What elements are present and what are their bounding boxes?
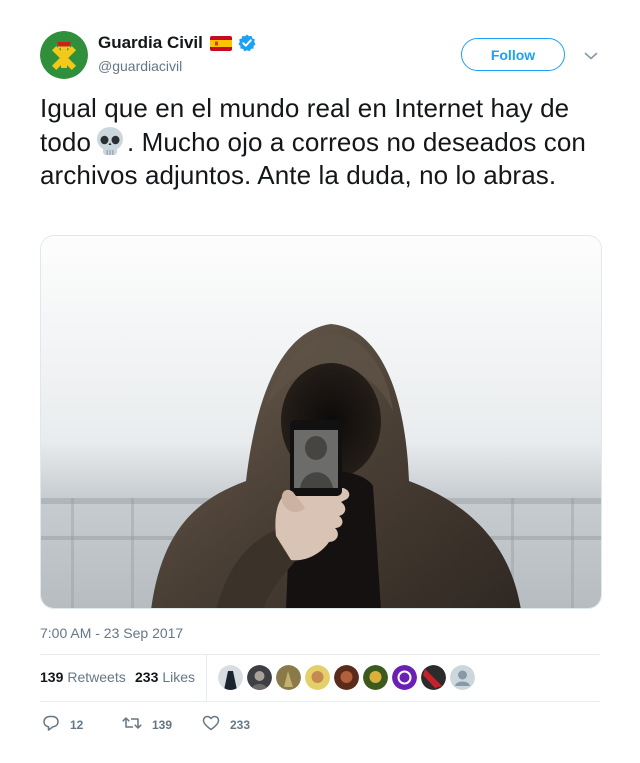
like-count: 233 — [230, 717, 251, 732]
liker-avatar[interactable] — [392, 665, 417, 690]
liker-avatar[interactable] — [334, 665, 359, 690]
tweet-card: Guardia Civil @guardiacivil Follow Igual… — [0, 0, 640, 763]
reply-count: 12 — [70, 717, 84, 732]
engagement-stats: 139 Retweets 233 Likes — [40, 655, 600, 701]
display-name[interactable]: Guardia Civil — [98, 33, 203, 53]
tweet-photo[interactable] — [40, 235, 602, 609]
skull-emoji-icon — [94, 125, 126, 157]
divider-bottom — [40, 701, 600, 702]
liker-avatar[interactable] — [305, 665, 330, 690]
heart-icon — [202, 714, 230, 735]
retweets-count: 139 — [40, 669, 64, 685]
liker-avatar[interactable] — [450, 665, 475, 690]
reply-button[interactable]: 12 — [42, 714, 83, 735]
like-button[interactable]: 233 — [202, 714, 250, 735]
liker-avatar[interactable] — [363, 665, 388, 690]
liker-avatar[interactable] — [247, 665, 272, 690]
liker-avatar[interactable] — [218, 665, 243, 690]
liker-avatar[interactable] — [276, 665, 301, 690]
stats-separator — [206, 655, 207, 701]
likes-label: Likes — [162, 669, 196, 685]
retweet-icon — [122, 714, 152, 735]
user-info: Guardia Civil @guardiacivil — [98, 32, 256, 74]
user-handle[interactable]: @guardiacivil — [98, 58, 256, 74]
retweet-button[interactable]: 139 — [122, 714, 172, 735]
action-bar: 12 139 233 — [40, 710, 600, 736]
spain-flag-icon — [209, 35, 232, 51]
likes-stat[interactable]: 233 Likes — [135, 669, 195, 685]
likes-count: 233 — [135, 669, 159, 685]
display-name-row: Guardia Civil — [98, 32, 256, 54]
retweets-label: Retweets — [67, 669, 126, 685]
follow-button[interactable]: Follow — [461, 38, 565, 71]
tweet-text: Igual que en el mundo real en Internet h… — [40, 92, 610, 192]
chevron-down-icon[interactable] — [584, 48, 598, 60]
tweet-timestamp[interactable]: 7:00 AM - 23 Sep 2017 — [40, 625, 183, 641]
liker-avatars — [218, 665, 479, 690]
liker-avatar[interactable] — [421, 665, 446, 690]
retweet-count: 139 — [152, 717, 173, 732]
verified-badge-icon — [238, 34, 256, 52]
reply-icon — [42, 714, 70, 735]
retweets-stat[interactable]: 139 Retweets — [40, 669, 126, 685]
profile-avatar[interactable] — [40, 31, 88, 79]
